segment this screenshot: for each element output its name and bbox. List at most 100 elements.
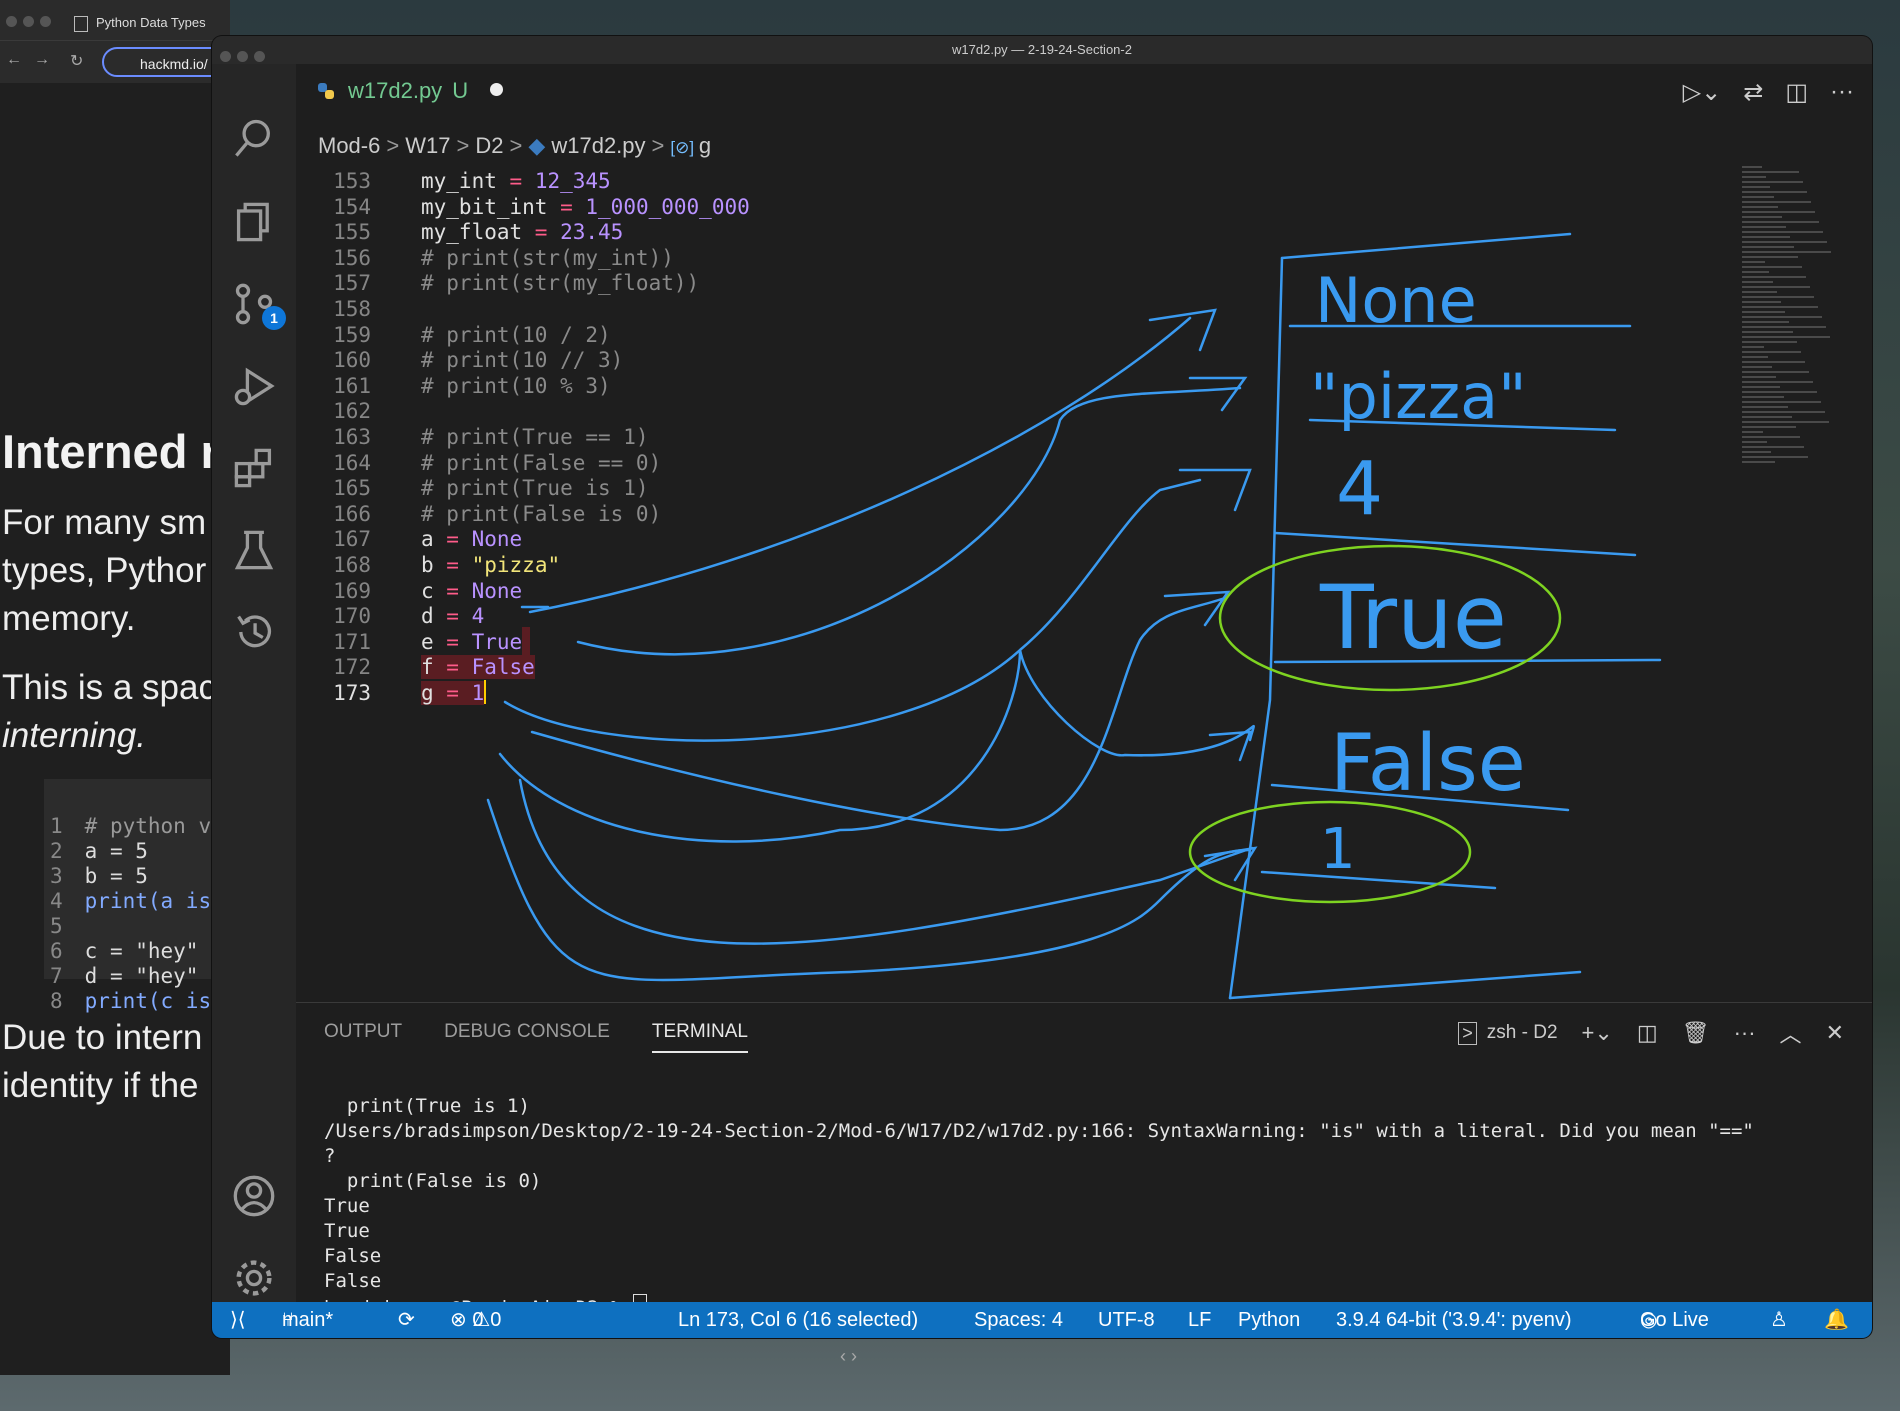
minimap-line (1742, 456, 1808, 458)
minimap-line (1742, 451, 1771, 453)
split-terminal-icon[interactable]: ◫ (1637, 1020, 1658, 1046)
browser-window-controls[interactable] (6, 14, 57, 32)
settings-gear-icon[interactable] (212, 1246, 296, 1310)
browser-tab-title: Python Data Types (96, 15, 206, 30)
terminal-line: /Users/bradsimpson/Desktop/2-19-24-Secti… (324, 1120, 1754, 1142)
sync-icon[interactable]: ⟳ (398, 1302, 415, 1338)
run-file-icon[interactable]: ▷⌄ (1683, 78, 1722, 107)
browser-content: Interned r For many sm types, Pythor mem… (0, 84, 230, 1375)
minimap-line (1742, 311, 1785, 313)
breadcrumb-item[interactable]: W17 (405, 133, 450, 158)
minimap[interactable] (1742, 166, 1852, 546)
doc-line: identity if the (2, 1066, 199, 1105)
more-icon[interactable]: ··· (1734, 1020, 1756, 1046)
unsaved-dot-icon[interactable] (490, 83, 504, 96)
file-tab-name: w17d2.py (348, 78, 443, 103)
doc-code-line: 8 print(c is (50, 989, 212, 1013)
indentation[interactable]: Spaces: 4 (974, 1302, 1063, 1338)
compare-changes-icon[interactable]: ⇄ (1743, 78, 1763, 107)
minimap-line (1742, 366, 1772, 368)
close-panel-icon[interactable]: ✕ (1826, 1020, 1844, 1046)
minimap-line (1742, 276, 1806, 278)
scm-badge: 1 (262, 306, 286, 330)
breadcrumb-item[interactable]: g (699, 133, 711, 158)
feedback-icon[interactable]: ♙ (1770, 1302, 1788, 1338)
minimap-line (1742, 166, 1762, 168)
terminal-output[interactable]: print(True is 1) /Users/bradsimpson/Deskt… (324, 1069, 1832, 1338)
doc-code-line: 2 a = 5 (50, 839, 148, 863)
encoding[interactable]: UTF-8 (1098, 1302, 1155, 1338)
tab-debug-console[interactable]: DEBUG CONSOLE (444, 1021, 610, 1053)
reload-icon[interactable]: ↻ (70, 51, 83, 71)
trash-icon[interactable]: 🗑 (1682, 1020, 1710, 1046)
doc-line: memory. (2, 599, 136, 638)
minimap-line (1742, 396, 1784, 398)
source-control-icon[interactable]: 1 (212, 272, 296, 336)
status-bar: ⟩⟨ ⑂ main* ⟳ ⊗ 0 ⚠ 0 Ln 173, Col 6 (16 s… (212, 1302, 1872, 1338)
minimap-line (1742, 426, 1796, 428)
doc-paragraph-1: For many sm types, Pythor memory. (2, 499, 206, 643)
testing-icon[interactable] (212, 518, 296, 582)
doc-code-line: 6 c = "hey" (50, 939, 199, 963)
file-tab[interactable]: w17d2.py U (316, 78, 504, 116)
remote-icon[interactable]: ⟩⟨ (230, 1302, 246, 1338)
code-editor[interactable]: 153 my_int = 12_345 154 my_bit_int = 1_000_… (296, 164, 1746, 1004)
python-file-icon: ◆ (528, 133, 552, 158)
cursor-position[interactable]: Ln 173, Col 6 (16 selected) (678, 1302, 918, 1338)
background-browser: Python Data Types ← → ↻ hackmd.io/ Inter… (0, 0, 242, 1375)
warning-count: 0 (490, 1309, 502, 1331)
code-text: g = 1 (421, 680, 487, 705)
new-terminal-icon[interactable]: +⌄ (1582, 1020, 1613, 1046)
doc-code-block: 1 # python ve 2 a = 53 b = 54 print(a is 5… (44, 779, 230, 1013)
language-mode[interactable]: Python (1238, 1302, 1300, 1338)
terminal-line: print(False is 0) (324, 1170, 542, 1192)
search-icon[interactable] (212, 106, 296, 170)
back-icon[interactable]: ← (6, 51, 22, 69)
browser-tab[interactable]: Python Data Types (74, 8, 206, 38)
maximize-panel-icon[interactable]: ︿ (1780, 1017, 1802, 1049)
more-actions-icon[interactable]: ··· (1830, 78, 1854, 107)
variable-icon: [⊘] (670, 138, 699, 157)
notifications-bell-icon[interactable]: 🔔 (1824, 1302, 1849, 1338)
minimap-line (1742, 231, 1823, 233)
minimap-line (1742, 271, 1769, 273)
terminal-line: True (324, 1220, 370, 1242)
line-number: 173 (333, 681, 371, 705)
minimap-line (1742, 351, 1801, 353)
minimap-line (1742, 446, 1804, 448)
panel-actions: > zsh - D2 +⌄ ◫ 🗑 ··· ︿ ✕ (1458, 1017, 1844, 1049)
breadcrumb-item[interactable]: w17d2.py (551, 133, 645, 158)
tab-terminal[interactable]: TERMINAL (651, 1021, 748, 1053)
explorer-icon[interactable] (212, 190, 296, 254)
terminal-line: False (324, 1270, 382, 1292)
minimap-line (1742, 376, 1776, 378)
terminal-icon: > (1458, 1021, 1477, 1045)
forward-icon[interactable]: → (34, 51, 50, 69)
minimap-line (1742, 356, 1768, 358)
tab-output[interactable]: OUTPUT (324, 1021, 402, 1053)
breadcrumb-item[interactable]: Mod-6 (318, 133, 380, 158)
minimap-line (1742, 431, 1763, 433)
run-debug-icon[interactable] (212, 354, 296, 418)
minimap-line (1742, 171, 1799, 173)
minimap-line (1742, 186, 1770, 188)
terminal-shell-label[interactable]: zsh - D2 (1487, 1022, 1558, 1044)
split-editor-icon[interactable]: ◫ (1785, 78, 1808, 107)
problems-status[interactable]: ⊗ 0 ⚠ 0 (450, 1302, 501, 1338)
minimap-line (1742, 321, 1789, 323)
timeline-icon[interactable] (212, 600, 296, 664)
breadcrumb-item[interactable]: D2 (475, 133, 503, 158)
doc-paragraph-2: This is a spac interning. (2, 664, 216, 760)
minimap-line (1742, 316, 1822, 318)
doc-code-line: 3 b = 5 (50, 864, 148, 888)
interpreter[interactable]: 3.9.4 64-bit ('3.9.4': pyenv) (1336, 1302, 1572, 1338)
terminal-line: True (324, 1195, 370, 1217)
window-title: w17d2.py — 2-19-24-Section-2 (952, 42, 1132, 57)
minimap-line (1742, 331, 1793, 333)
chevron-right-icon: > (651, 133, 665, 158)
minimap-line (1742, 201, 1811, 203)
accounts-icon[interactable] (212, 1164, 296, 1228)
code-line[interactable]: 173 g = 1 (296, 678, 1746, 709)
extensions-icon[interactable] (212, 436, 296, 500)
eol[interactable]: LF (1188, 1302, 1211, 1338)
